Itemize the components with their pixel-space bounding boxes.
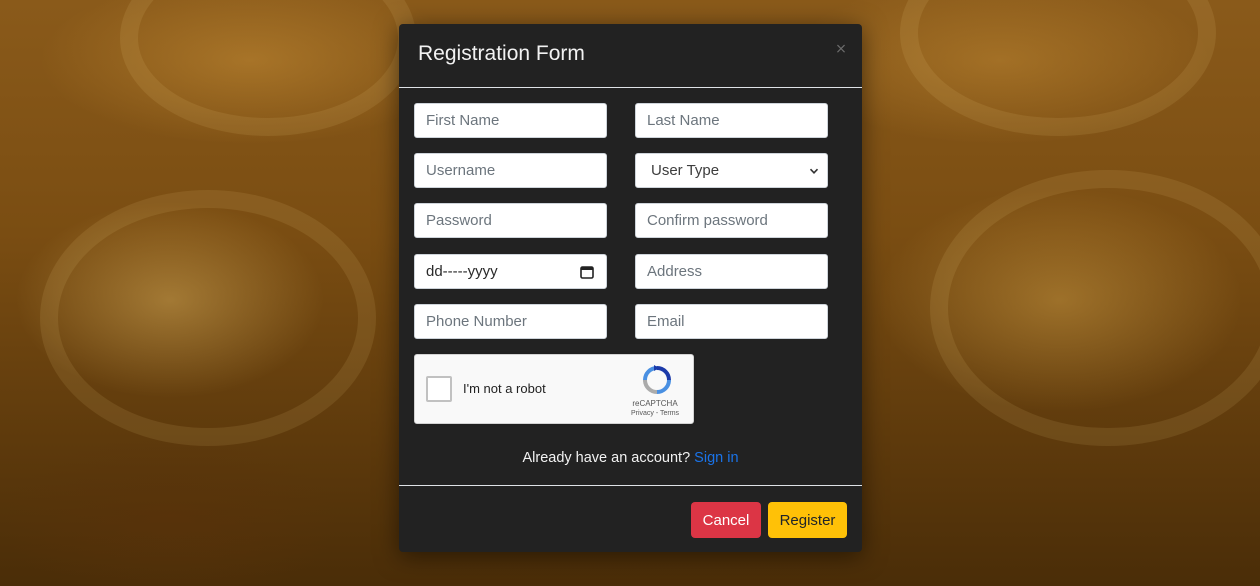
- recaptcha-privacy-link[interactable]: Privacy: [631, 410, 654, 417]
- modal-title: Registration Form: [418, 42, 585, 65]
- registration-modal: Registration Form ⨯ User Type dd-----yyy…: [399, 24, 862, 552]
- recaptcha-brand: reCAPTCHA: [632, 399, 678, 408]
- background-swirl: [900, 0, 1216, 136]
- date-placeholder: dd-----yyyy: [426, 263, 498, 280]
- background-swirl: [40, 190, 376, 446]
- background-swirl: [120, 0, 416, 136]
- modal-header: Registration Form ⨯: [399, 24, 862, 88]
- recaptcha-widget: I'm not a robot reCAPTCHA Privacy - Term…: [414, 354, 694, 424]
- recaptcha-links: Privacy - Terms: [605, 410, 705, 417]
- first-name-input[interactable]: [414, 103, 607, 138]
- date-of-birth-input[interactable]: dd-----yyyy: [414, 254, 607, 289]
- recaptcha-terms-link[interactable]: Terms: [660, 410, 679, 417]
- address-input[interactable]: [635, 254, 828, 289]
- last-name-input[interactable]: [635, 103, 828, 138]
- recaptcha-logo-icon: [643, 365, 671, 394]
- email-input[interactable]: [635, 304, 828, 339]
- signin-link[interactable]: Sign in: [694, 450, 738, 466]
- calendar-icon[interactable]: [580, 265, 594, 279]
- register-button[interactable]: Register: [768, 502, 847, 538]
- modal-footer: Cancel Register: [399, 485, 862, 553]
- signin-prompt-text: Already have an account?: [522, 450, 691, 466]
- recaptcha-label: I'm not a robot: [463, 381, 546, 396]
- user-type-selected-value: User Type: [651, 162, 720, 179]
- username-input[interactable]: [414, 153, 607, 188]
- recaptcha-checkbox[interactable]: [426, 376, 452, 402]
- password-input[interactable]: [414, 203, 607, 238]
- confirm-password-input[interactable]: [635, 203, 828, 238]
- cancel-button[interactable]: Cancel: [691, 502, 761, 538]
- chevron-down-icon: [809, 168, 819, 174]
- phone-number-input[interactable]: [414, 304, 607, 339]
- background-swirl: [930, 170, 1260, 446]
- user-type-select[interactable]: User Type: [635, 153, 828, 188]
- close-icon: ⨯: [835, 41, 847, 57]
- close-button[interactable]: ⨯: [832, 40, 850, 58]
- signin-prompt: Already have an account? Sign in: [399, 450, 862, 466]
